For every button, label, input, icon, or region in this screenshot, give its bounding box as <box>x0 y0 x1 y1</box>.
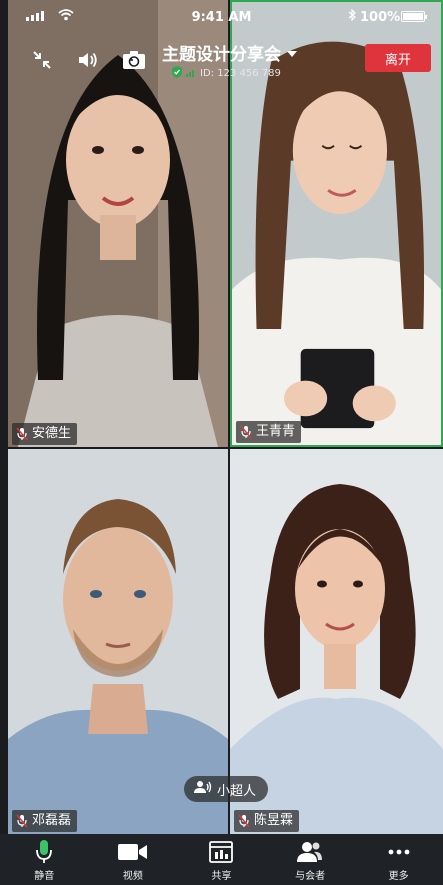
chevron-down-icon <box>287 50 297 57</box>
switch-camera-icon[interactable] <box>118 44 150 76</box>
participants-icon <box>297 839 323 865</box>
video-label: 视频 <box>122 871 143 882</box>
active-speaker-name: 小超人 <box>217 783 257 799</box>
bluetooth-icon <box>348 8 356 25</box>
network-signal-icon <box>186 67 196 80</box>
meeting-title[interactable]: 主题设计分享会 <box>162 40 297 65</box>
leave-button[interactable]: 离开 <box>365 44 431 72</box>
participants-button[interactable]: 与会者 <box>266 834 355 885</box>
mic-off-icon <box>16 814 28 828</box>
meeting-screen: 安德生 王青青 邓磊磊 陈昱霖 9:41 AM 100% 主题设计分享会 ID:… <box>0 0 443 885</box>
status-bar: 9:41 AM 100% <box>0 0 443 38</box>
participant-name: 王青青 <box>256 424 296 439</box>
mute-button[interactable]: 静音 <box>0 834 89 885</box>
speaking-icon <box>194 780 212 798</box>
mic-icon <box>36 839 53 865</box>
participant-video-4 <box>230 449 443 834</box>
participant-name: 陈昱霖 <box>254 813 294 828</box>
video-tile-4[interactable]: 陈昱霖 <box>230 449 443 834</box>
speaker-icon[interactable] <box>72 44 104 76</box>
mute-label: 静音 <box>34 871 55 882</box>
video-button[interactable]: 视频 <box>89 834 178 885</box>
video-icon <box>117 839 148 865</box>
mic-off-icon <box>240 425 252 439</box>
more-icon <box>388 839 410 865</box>
mic-off-icon <box>16 427 28 441</box>
share-screen-icon <box>209 839 234 865</box>
share-button[interactable]: 共享 <box>177 834 266 885</box>
shield-check-icon <box>172 66 182 81</box>
share-label: 共享 <box>211 871 232 882</box>
more-label: 更多 <box>388 871 409 882</box>
participant-name: 邓磊磊 <box>32 813 72 828</box>
participant-name-tag: 王青青 <box>236 421 302 443</box>
participant-name: 安德生 <box>32 426 72 441</box>
minimize-icon[interactable] <box>26 44 58 76</box>
meeting-toolbar: 静音 视频 共享 与会者 更多 <box>0 834 443 885</box>
participants-label: 与会者 <box>295 871 326 882</box>
more-button[interactable]: 更多 <box>354 834 443 885</box>
battery-icon <box>401 11 427 22</box>
participant-name-tag: 安德生 <box>12 423 78 445</box>
participant-name-tag: 邓磊磊 <box>12 810 78 832</box>
mic-off-icon <box>238 814 250 828</box>
meeting-title-text: 主题设计分享会 <box>162 45 281 65</box>
active-speaker-pill: 小超人 <box>184 776 269 802</box>
meeting-id-text: ID: 123 456 789 <box>200 68 281 79</box>
battery-percent: 100% <box>360 10 401 25</box>
participant-name-tag: 陈昱霖 <box>234 810 300 832</box>
meeting-id-row: ID: 123 456 789 <box>172 66 281 81</box>
